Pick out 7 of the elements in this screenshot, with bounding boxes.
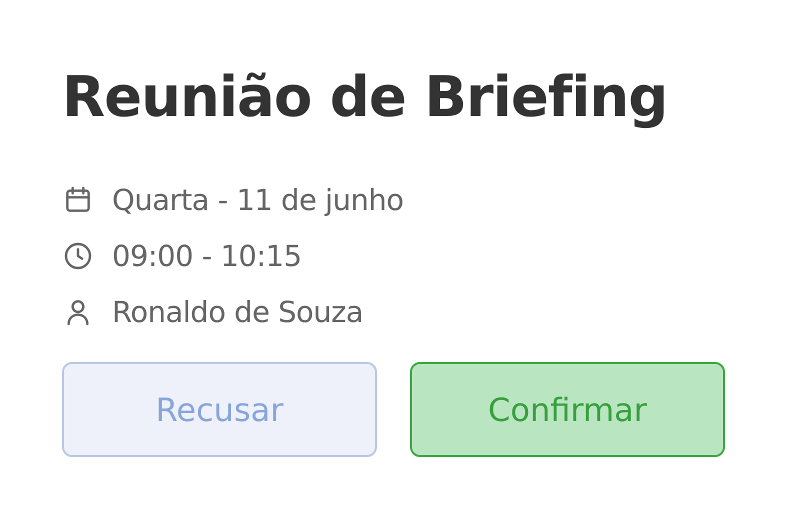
meeting-title: Reunião de Briefing [62, 64, 668, 132]
decline-button[interactable]: Recusar [62, 362, 377, 457]
meeting-host: Ronaldo de Souza [112, 295, 364, 329]
meeting-date: Quarta - 11 de junho [112, 183, 404, 217]
clock-icon [62, 240, 94, 272]
meeting-time: 09:00 - 10:15 [112, 239, 302, 273]
confirm-button[interactable]: Confirmar [410, 362, 725, 457]
